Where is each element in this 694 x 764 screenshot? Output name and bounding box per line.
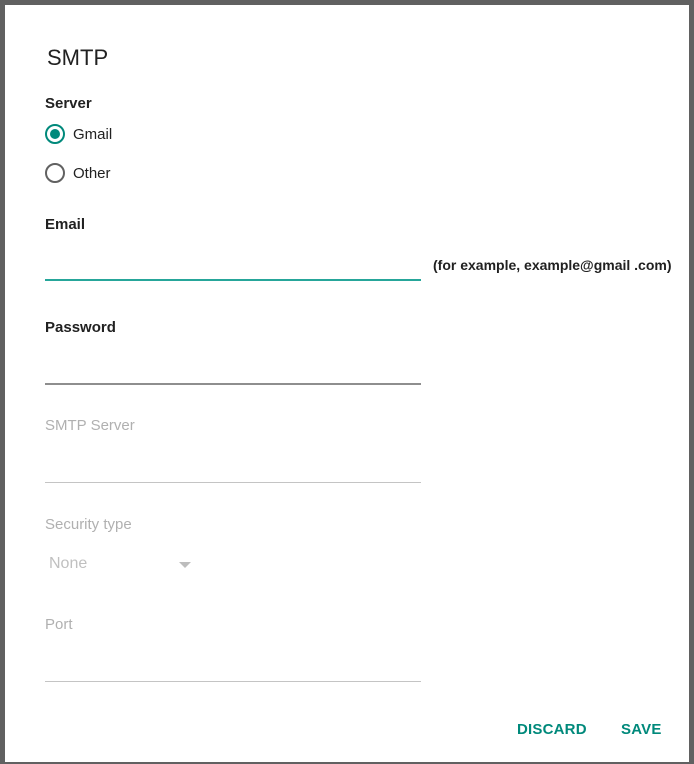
port-field[interactable] [45, 652, 421, 682]
security-type-value: None [49, 555, 88, 572]
dropdown-arrow-icon [179, 562, 191, 568]
radio-gmail-label: Gmail [73, 125, 113, 143]
discard-button[interactable]: DISCARD [517, 721, 587, 738]
radio-gmail[interactable]: Gmail [45, 120, 112, 148]
email-field[interactable] [45, 251, 421, 281]
radio-other-label: Other [73, 164, 111, 182]
email-label: Email [45, 216, 86, 233]
port-label: Port [45, 616, 73, 633]
save-button[interactable]: SAVE [621, 721, 662, 738]
password-label: Password [45, 319, 116, 336]
smtp-server-label: SMTP Server [45, 417, 135, 434]
radio-unchecked-icon [45, 163, 65, 183]
smtp-server-field[interactable] [45, 453, 421, 483]
radio-other[interactable]: Other [45, 159, 111, 187]
password-field[interactable] [45, 355, 421, 385]
server-label: Server [45, 95, 92, 112]
smtp-dialog: SMTP Server Gmail Other Email (for examp… [0, 0, 694, 764]
radio-checked-icon [45, 124, 65, 144]
security-type-label: Security type [45, 516, 132, 533]
email-helper-text: (for example, example@gmail .com) [433, 257, 672, 273]
dialog-title: SMTP [47, 45, 109, 70]
